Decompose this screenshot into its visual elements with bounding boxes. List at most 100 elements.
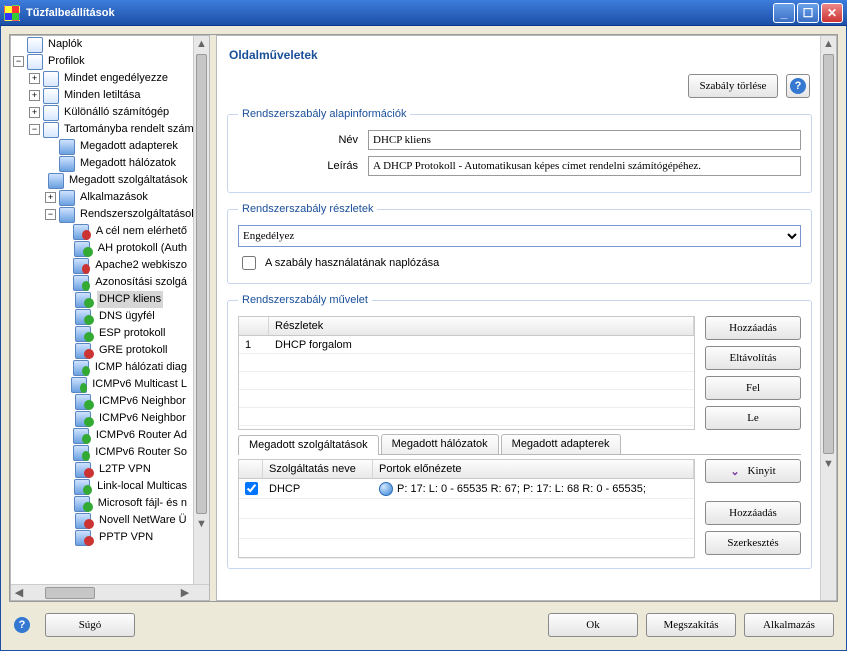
svc-row-checkbox[interactable] [245,482,258,495]
tree-item-label: DHCP kliens [97,291,163,308]
allow-select[interactable]: Engedélyez [238,225,801,247]
tree-item[interactable]: L2TP VPN [61,461,193,478]
table-row[interactable]: DHCPP: 17: L: 0 - 65535 R: 67; P: 17: L:… [239,479,694,499]
tree-item[interactable]: Naplók [13,36,193,53]
node-icon [27,54,43,70]
tree-item-label: Naplók [46,36,84,53]
tree-item[interactable]: ICMP hálózati diag [61,359,193,376]
tree-item-label: Apache2 webkiszo [93,257,189,274]
log-checkbox[interactable] [242,256,256,270]
tree-item[interactable]: Link-local Multicas [61,478,193,495]
tree-item[interactable]: − Profilok [13,53,193,70]
tree-item[interactable]: Megadott hálózatok [45,155,193,172]
node-icon [59,139,75,155]
table-row[interactable]: 1DHCP forgalom [239,336,694,354]
op-remove-button[interactable]: Eltávolítás [705,346,801,370]
node-icon [43,122,59,138]
tree-item[interactable]: ICMPv6 Neighbor [61,393,193,410]
tree-scrollbar-horizontal[interactable]: ◀▶ [11,584,209,600]
nav-tree[interactable]: Naplók − Profilok+Mindet engedélyezze+Mind… [11,36,193,546]
tree-item-label: ICMPv6 Neighbor [97,410,188,427]
tree-item[interactable]: −Tartományba rendelt számító [29,121,193,138]
maximize-button[interactable]: ☐ [797,3,819,23]
delete-rule-button[interactable]: Szabály törlése [688,74,778,98]
tab-networks[interactable]: Megadott hálózatok [381,434,499,454]
status-block-icon [82,264,90,274]
tab-adapters[interactable]: Megadott adapterek [501,434,621,454]
tree-panel: Naplók − Profilok+Mindet engedélyezze+Mind… [10,35,210,601]
details-group: Rendszerszabály részletek Engedélyez A s… [227,203,812,284]
globe-icon [379,482,393,496]
status-block-icon [84,536,94,546]
tree-item-label: Link-local Multicas [95,478,189,495]
node-icon [59,156,75,172]
svc-open-label: Kinyit [748,465,776,477]
collapse-icon[interactable]: − [13,56,24,67]
collapse-icon[interactable]: − [29,124,40,135]
svc-add-button[interactable]: Hozzáadás [705,501,801,525]
op-add-button[interactable]: Hozzáadás [705,316,801,340]
expand-icon[interactable]: + [29,107,40,118]
tree-item[interactable]: A cél nem elérhető [61,223,193,240]
desc-input[interactable] [368,156,801,176]
tree-item[interactable]: +Mindet engedélyezze [29,70,193,87]
expand-icon[interactable]: + [29,73,40,84]
tree-item[interactable]: AH protokoll (Auth [61,240,193,257]
tree-item[interactable]: Microsoft fájl- és n [61,495,193,512]
svc-open-button[interactable]: ⌄ Kinyit [705,459,801,483]
tree-item[interactable]: ICMPv6 Neighbor [61,410,193,427]
tree-item[interactable]: ICMPv6 Multicast L [61,376,193,393]
op-up-button[interactable]: Fel [705,376,801,400]
tree-item[interactable]: ESP protokoll [61,325,193,342]
name-label: Név [238,134,368,146]
op-col-details: Részletek [269,317,694,335]
svc-col-check [239,460,263,478]
tree-item-label: Profilok [46,53,87,70]
services-table[interactable]: Szolgáltatás neve Portok előnézete DHCPP… [238,459,695,558]
apply-button[interactable]: Alkalmazás [744,613,834,637]
collapse-icon[interactable]: − [45,209,56,220]
expand-icon[interactable]: + [29,90,40,101]
name-input[interactable] [368,130,801,150]
status-allow-icon [83,502,92,512]
cancel-button[interactable]: Megszakítás [646,613,736,637]
tree-item-label: GRE protokoll [97,342,169,359]
node-icon [59,190,75,206]
minimize-button[interactable]: _ [773,3,795,23]
svc-edit-button[interactable]: Szerkesztés [705,531,801,555]
tree-item[interactable]: −Rendszerszolgáltatások [45,206,193,223]
tree-item-label: DNS ügyfél [97,308,157,325]
ok-button[interactable]: Ok [548,613,638,637]
tree-item[interactable]: +Különálló számítógép [29,104,193,121]
operation-table[interactable]: Részletek 1DHCP forgalom [238,316,695,430]
expand-icon[interactable]: + [45,192,56,203]
tree-scrollbar-vertical[interactable]: ▲▼ [193,36,209,584]
detail-scrollbar-vertical[interactable]: ▲▼ [820,36,836,600]
node-icon [43,71,59,87]
tree-item-label: ICMPv6 Router Ad [94,427,189,444]
tree-item[interactable]: Apache2 webkiszo [61,257,193,274]
tree-item[interactable]: Megadott szolgáltatások [45,172,193,189]
tree-item[interactable]: +Alkalmazások [45,189,193,206]
tree-item[interactable]: PPTP VPN [61,529,193,546]
op-down-button[interactable]: Le [705,406,801,430]
tree-item[interactable]: DNS ügyfél [61,308,193,325]
tree-item[interactable]: GRE protokoll [61,342,193,359]
context-help-button[interactable]: ? [786,74,810,98]
titlebar[interactable]: Tűzfalbeállítások _ ☐ ✕ [0,0,847,26]
close-button[interactable]: ✕ [821,3,843,23]
details-legend: Rendszerszabály részletek [238,203,377,215]
tree-item[interactable]: ICMPv6 Router So [61,444,193,461]
tree-item[interactable]: Novell NetWare Ü [61,512,193,529]
tree-item[interactable]: ICMPv6 Router Ad [61,427,193,444]
app-icon [4,5,20,21]
tree-item-label: A cél nem elérhető [94,223,189,240]
help-button[interactable]: Súgó [45,613,135,637]
tree-item[interactable]: DHCP kliens [61,291,193,308]
tree-item[interactable]: Megadott adapterek [45,138,193,155]
op-col-num [239,317,269,335]
tree-item[interactable]: Azonosítási szolgá [61,274,193,291]
tree-item[interactable]: +Minden letiltása [29,87,193,104]
status-block-icon [82,230,91,240]
tab-services[interactable]: Megadott szolgáltatások [238,435,379,455]
